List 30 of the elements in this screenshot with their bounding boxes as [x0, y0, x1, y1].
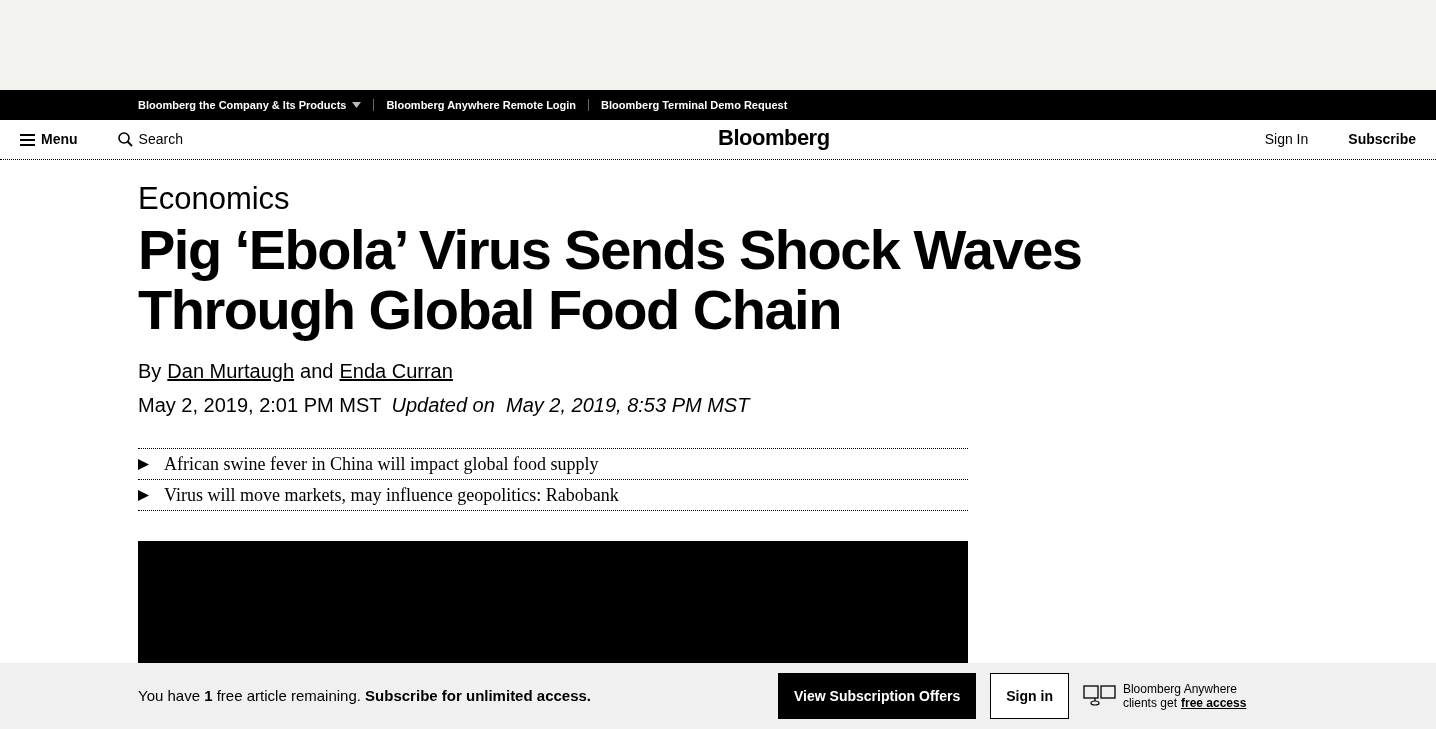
- dropdown-caret-icon: [352, 102, 362, 108]
- logo[interactable]: Bloomberg: [718, 121, 830, 154]
- monitors-icon: [1082, 685, 1117, 707]
- subscribe-link[interactable]: Subscribe: [1348, 129, 1416, 150]
- sign-in-button[interactable]: Sign in: [990, 673, 1069, 719]
- menu-button[interactable]: Menu: [20, 129, 78, 150]
- free-access-link[interactable]: free access: [1180, 696, 1247, 710]
- top-bar-link[interactable]: Bloomberg Anywhere Remote Login: [386, 96, 577, 114]
- byline-joiner: and: [300, 359, 334, 384]
- top-bar-link[interactable]: Bloomberg the Company & Its Products: [138, 96, 347, 114]
- top-bar-link[interactable]: Bloomberg Terminal Demo Request: [601, 96, 788, 114]
- sign-in-link[interactable]: Sign In: [1264, 129, 1309, 150]
- menu-icon: [20, 133, 35, 146]
- byline-prefix: By: [138, 359, 162, 384]
- updated-date: Updated on May 2, 2019, 8:53 PM MST: [391, 393, 750, 418]
- search-icon: [117, 132, 133, 147]
- author-link[interactable]: Enda Curran: [339, 356, 453, 386]
- takeaway-text: African swine fever in China will impact global food supply: [164, 452, 599, 476]
- section-label: Economics: [138, 180, 291, 218]
- subscription-offers-button[interactable]: View Subscription Offers: [778, 673, 977, 719]
- takeaway-text: Virus will move markets, may influence geopolitics: Rabobank: [164, 483, 619, 507]
- headline: Pig ‘Ebola’ Virus Sends Shock Waves Through Global Food Chain: [138, 220, 1083, 340]
- bullet-arrow-icon: [138, 458, 149, 470]
- anywhere-text: Bloomberg Anywhere: [1122, 682, 1238, 696]
- search-button[interactable]: Search: [117, 129, 183, 150]
- author-link[interactable]: Dan Murtaugh: [167, 356, 295, 386]
- anywhere-text: clients get: [1122, 696, 1177, 710]
- paywall-message: You have 1 free article remaining. Subscribe for unlimited access.: [138, 685, 592, 706]
- bullet-arrow-icon: [138, 489, 149, 501]
- publish-date: May 2, 2019, 2:01 PM MST: [138, 393, 382, 418]
